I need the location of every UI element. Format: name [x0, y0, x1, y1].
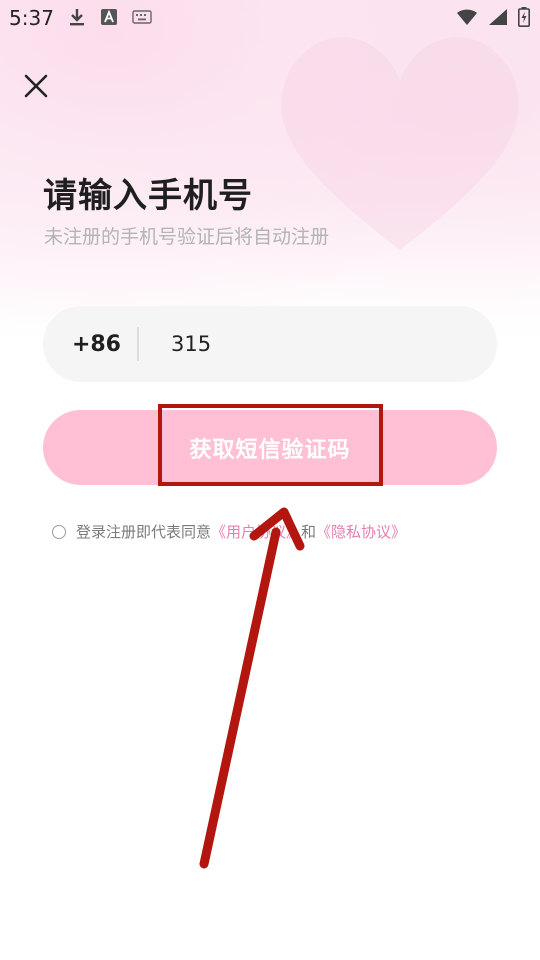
user-agreement-link[interactable]: 《用户协议》	[211, 521, 301, 542]
status-time: 5:37	[9, 6, 54, 30]
status-icons-right	[456, 7, 530, 27]
wifi-icon	[457, 9, 477, 25]
status-icons-left	[68, 7, 152, 27]
agreement-and: 和	[301, 523, 317, 541]
country-code[interactable]: +86	[43, 332, 137, 357]
keyboard-icon	[132, 10, 152, 24]
page-title: 请输入手机号	[43, 176, 253, 216]
download-icon	[70, 9, 84, 26]
field-divider	[137, 327, 139, 361]
phone-input[interactable]	[169, 331, 473, 357]
agreement-prefix: 登录注册即代表同意	[76, 523, 212, 541]
close-icon	[24, 74, 48, 98]
phone-field: +86	[43, 306, 497, 382]
highlight-annotation-box	[158, 404, 383, 486]
close-button[interactable]	[20, 70, 52, 102]
battery-charging-icon	[518, 7, 530, 27]
page-subtitle: 未注册的手机号验证后将自动注册	[44, 226, 330, 248]
privacy-policy-link[interactable]: 《隐私协议》	[316, 521, 406, 542]
status-bar: 5:37	[0, 0, 540, 36]
font-a-icon	[101, 9, 117, 25]
signal-icon	[489, 9, 507, 25]
agreement-radio[interactable]	[52, 524, 66, 539]
agreement-row: 登录注册即代表同意 《用户协议》 和 《隐私协议》	[52, 521, 406, 542]
